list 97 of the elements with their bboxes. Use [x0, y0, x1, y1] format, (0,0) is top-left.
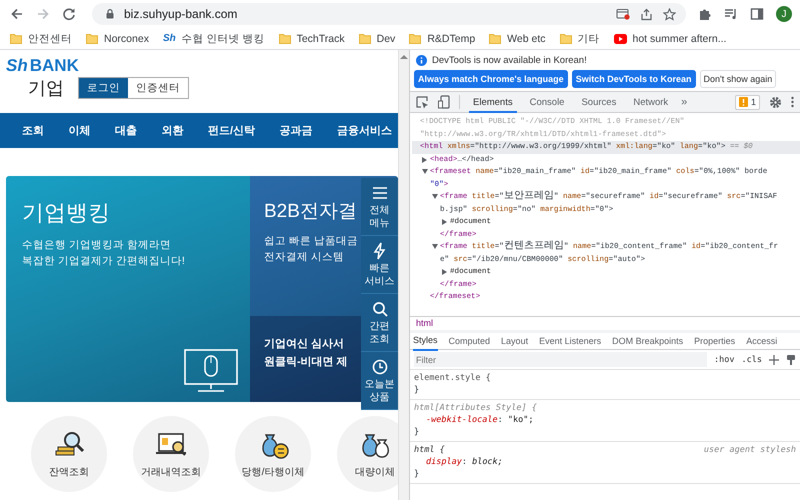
nav-item[interactable]: 펀드/신탁: [208, 123, 255, 138]
collapsed-triangle-icon[interactable]: [442, 269, 448, 275]
reload-icon[interactable]: [62, 7, 76, 21]
card-icon[interactable]: [616, 8, 630, 20]
lock-icon: [106, 9, 114, 19]
folder-icon: [489, 33, 502, 44]
rule-origin: user agent stylesh: [704, 444, 796, 456]
banner-panel[interactable]: 기업뱅킹 수협은행 기업뱅킹과 함께라면 복잡한 기업결제가 간편해집니다!: [6, 176, 250, 402]
folder-icon: [560, 33, 572, 44]
css-selector: html[Attributes Style] {: [414, 402, 537, 414]
bank-logo[interactable]: Sh BANK: [6, 56, 79, 76]
nav-item[interactable]: 이체: [68, 123, 90, 138]
plus-icon[interactable]: [769, 354, 779, 364]
service-button[interactable]: 거래내역조회: [133, 416, 209, 492]
folder-icon: [86, 33, 98, 44]
bookmark[interactable]: 안전센터: [10, 32, 72, 46]
nav-item[interactable]: 조회: [22, 123, 44, 138]
bookmark[interactable]: 기타: [560, 32, 600, 46]
site-subtitle: 기업: [28, 77, 64, 100]
closing-brace: }: [414, 384, 420, 396]
styles-tab[interactable]: Event Listeners: [539, 332, 602, 350]
closing-brace: }: [414, 426, 420, 438]
media-icon[interactable]: [724, 7, 738, 21]
puzzle-icon[interactable]: [698, 7, 712, 21]
collapsed-triangle-icon[interactable]: [442, 219, 448, 225]
site-logo: Sh: [162, 33, 176, 44]
star-icon[interactable]: [663, 8, 676, 20]
language-button[interactable]: Always match Chrome's language: [414, 70, 568, 88]
scroll-up-icon[interactable]: [400, 54, 408, 60]
paint-icon[interactable]: [786, 354, 796, 366]
info-message: DevTools is now available in Korean!: [432, 55, 587, 66]
nav-item[interactable]: 공과금: [279, 123, 312, 138]
banner-text: 쉽고 빠른 납품대금 전자결제 시스템: [264, 234, 359, 265]
service-button[interactable]: 잔액조회: [31, 416, 107, 492]
css-selector: html {: [414, 444, 445, 456]
styles-tab[interactable]: Layout: [501, 332, 528, 350]
settings-icon[interactable]: [769, 96, 782, 108]
bookmark[interactable]: TechTrack: [278, 32, 345, 44]
devtools-tab[interactable]: Console: [526, 92, 568, 112]
monitor-mouse-icon: [184, 349, 238, 393]
css-declaration: -webkit-locale: "ko";: [425, 414, 534, 426]
dismiss-button[interactable]: Don't show again: [700, 70, 776, 88]
service-button[interactable]: 대량이체: [337, 416, 398, 492]
inspect-icon[interactable]: [416, 96, 429, 108]
devtools-tab[interactable]: Network: [629, 92, 672, 112]
folder-icon: [278, 33, 291, 44]
issues-badge[interactable]: 1: [734, 94, 760, 110]
more-tabs-button[interactable]: »: [681, 96, 688, 108]
banner-text: 수협은행 기업뱅킹과 함께라면 복잡한 기업결제가 간편해집니다!: [22, 238, 186, 269]
bookmark[interactable]: Sh 수협 인터넷 뱅킹: [162, 32, 265, 46]
expanded-triangle-icon[interactable]: [422, 169, 428, 175]
promo-text: 기업여신 심사서 원클릭-비대면 제: [250, 316, 361, 402]
back-icon[interactable]: [10, 7, 24, 21]
folder-icon: [409, 33, 422, 44]
clock-icon: [370, 357, 390, 377]
header-button[interactable]: 로그인: [79, 78, 128, 98]
banner-title: B2B전자결: [264, 200, 358, 224]
css-selector: element.style {: [414, 372, 491, 384]
service-button[interactable]: 당행/타행이체: [235, 416, 311, 492]
styles-tab[interactable]: Computed: [448, 332, 490, 350]
filter-field[interactable]: Filter: [414, 352, 708, 367]
url-text: biz.suhyup-bank.com: [124, 7, 238, 21]
nav-item[interactable]: 대출: [114, 123, 137, 138]
styles-tab[interactable]: Accessi: [746, 332, 778, 350]
info-icon: [416, 55, 427, 66]
devtools-tab[interactable]: Elements: [469, 92, 517, 112]
expanded-triangle-icon[interactable]: [432, 194, 438, 200]
language-button[interactable]: Switch DevTools to Korean: [572, 70, 696, 88]
device-icon[interactable]: [438, 95, 450, 109]
breadcrumb-item[interactable]: html: [416, 318, 434, 328]
collapsed-triangle-icon[interactable]: [422, 156, 428, 162]
side-panel-icon[interactable]: [750, 7, 764, 21]
styles-tab[interactable]: DOM Breakpoints: [612, 332, 684, 350]
bookmark[interactable]: hot summer aftern...: [614, 32, 726, 44]
bookmark[interactable]: Dev: [358, 32, 396, 44]
bookmark[interactable]: Norconex: [86, 32, 149, 44]
bookmark[interactable]: R&DTemp: [409, 32, 476, 44]
address-bar[interactable]: biz.suhyup-bank.com: [92, 3, 686, 25]
bookmark[interactable]: Web etc: [489, 32, 546, 44]
profile-avatar[interactable]: J: [776, 6, 792, 22]
warning-icon: [738, 97, 748, 107]
folder-icon: [10, 33, 22, 44]
more-options-icon[interactable]: [791, 96, 794, 108]
play-icon: [614, 34, 626, 44]
styles-tab[interactable]: Properties: [694, 332, 736, 350]
folder-icon: [358, 33, 371, 44]
closing-brace: }: [414, 468, 420, 480]
filter-toggle[interactable]: .cls: [742, 354, 762, 364]
css-declaration: display: block;: [425, 456, 504, 468]
nav-item[interactable]: 금융서비스: [336, 123, 392, 138]
banner-title: 기업뱅킹: [22, 199, 111, 227]
share-icon[interactable]: [640, 8, 653, 20]
devtools-tab[interactable]: Sources: [577, 92, 620, 112]
filter-toggle[interactable]: :hov: [714, 354, 735, 364]
scrollbar[interactable]: [398, 50, 410, 500]
expanded-triangle-icon[interactable]: [432, 244, 438, 250]
nav-item[interactable]: 외환: [161, 123, 184, 138]
